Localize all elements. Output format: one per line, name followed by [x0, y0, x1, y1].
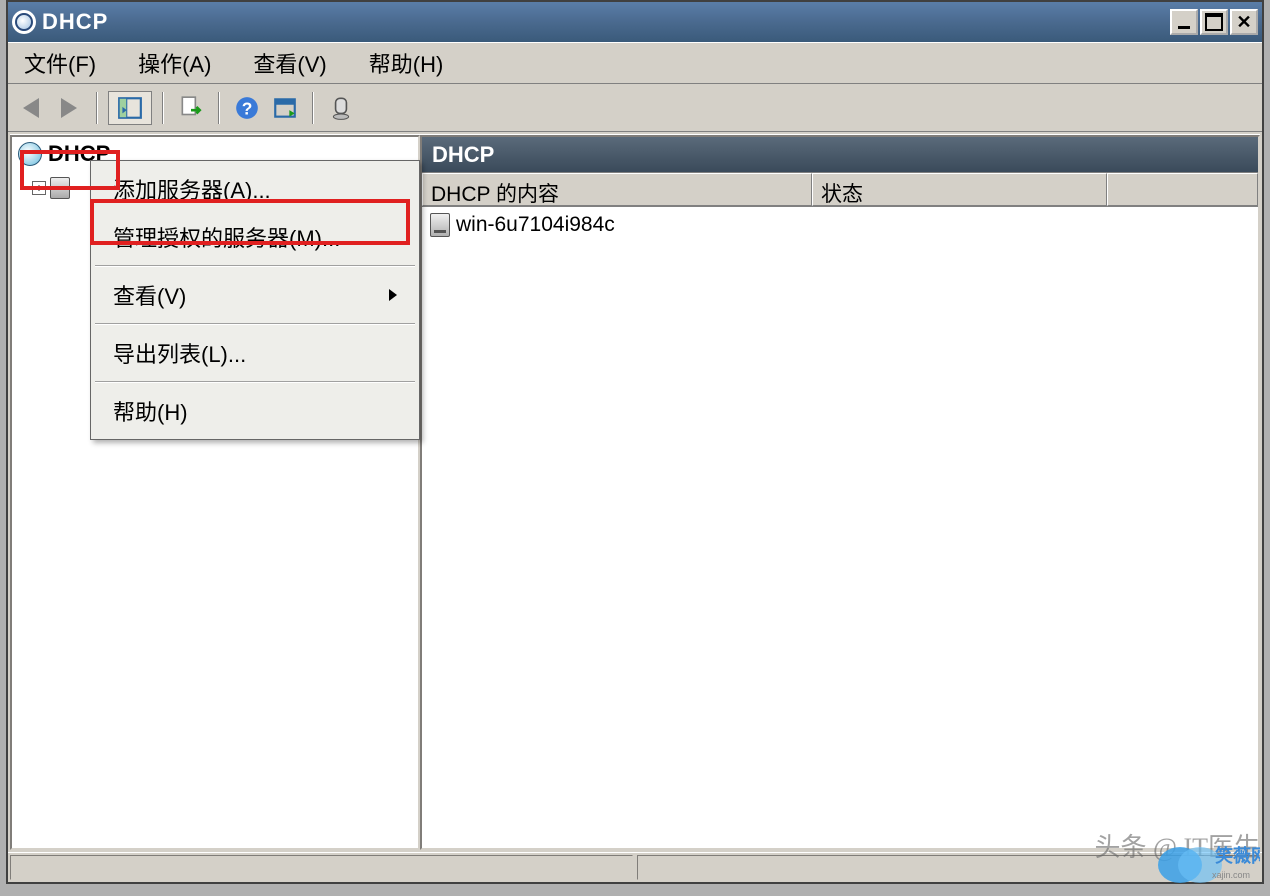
ctx-separator [95, 381, 415, 383]
ctx-view[interactable]: 查看(V) [93, 271, 417, 319]
ctx-export-list-label: 导出列表(L)... [113, 337, 246, 369]
menu-help[interactable]: 帮助(H) [363, 43, 450, 83]
svg-text:xajin.com: xajin.com [1212, 870, 1250, 880]
ctx-manage-authorized-label: 管理授权的服务器(M)... [113, 221, 340, 253]
list-body[interactable]: win-6u7104i984c [422, 207, 1258, 848]
expand-toggle[interactable]: + [32, 181, 46, 195]
list-pane: DHCP DHCP 的内容 状态 win-6u7104i984c [420, 135, 1260, 850]
menu-view[interactable]: 查看(V) [247, 43, 332, 83]
toolbar-separator [162, 92, 164, 124]
ctx-export-list[interactable]: 导出列表(L)... [93, 329, 417, 377]
arrow-left-icon [23, 98, 39, 118]
list-item-server[interactable]: win-6u7104i984c [426, 211, 1254, 239]
server-action-icon [328, 95, 354, 121]
properties-button[interactable] [268, 91, 302, 125]
ctx-view-label: 查看(V) [113, 279, 186, 311]
svg-text:?: ? [242, 98, 253, 118]
toolbar-separator [96, 92, 98, 124]
ctx-add-server-label: 添加服务器(A)... [113, 173, 271, 205]
ctx-manage-authorized[interactable]: 管理授权的服务器(M)... [93, 213, 417, 261]
arrow-right-icon [61, 98, 77, 118]
ctx-separator [95, 323, 415, 325]
statusbar [8, 852, 1262, 882]
close-button[interactable]: ✕ [1230, 9, 1258, 35]
export-icon [178, 95, 204, 121]
svg-text:笑薇网: 笑薇网 [1215, 845, 1260, 866]
dhcp-mmc-window: DHCP ✕ 文件(F) 操作(A) 查看(V) 帮助(H) [6, 0, 1264, 884]
dhcp-app-icon [12, 10, 36, 34]
column-content[interactable]: DHCP 的内容 [422, 173, 812, 206]
column-status[interactable]: 状态 [812, 173, 1107, 206]
ctx-help-label: 帮助(H) [113, 395, 188, 427]
list-pane-title: DHCP [422, 137, 1258, 173]
tree-pane-icon [117, 95, 143, 121]
dhcp-node-icon [18, 142, 42, 166]
properties-icon [272, 95, 298, 121]
ctx-add-server[interactable]: 添加服务器(A)... [93, 165, 417, 213]
server-icon [50, 177, 70, 199]
show-hide-tree-button[interactable] [108, 91, 152, 125]
menu-file[interactable]: 文件(F) [18, 43, 102, 83]
help-icon: ? [234, 95, 260, 121]
list-pane-title-text: DHCP [432, 142, 494, 168]
server-icon [430, 213, 450, 237]
tree-child-server[interactable]: + [32, 177, 70, 199]
column-headers: DHCP 的内容 状态 [422, 173, 1258, 207]
menu-action[interactable]: 操作(A) [132, 43, 217, 83]
server-name: win-6u7104i984c [456, 213, 615, 237]
ctx-help[interactable]: 帮助(H) [93, 387, 417, 435]
submenu-arrow-icon [389, 289, 397, 301]
minimize-button[interactable] [1170, 9, 1198, 35]
window-title: DHCP [42, 9, 1164, 35]
maximize-button[interactable] [1200, 9, 1228, 35]
ctx-separator [95, 265, 415, 267]
authorize-button[interactable] [324, 91, 358, 125]
help-button[interactable]: ? [230, 91, 264, 125]
toolbar: ? [8, 84, 1262, 132]
menubar: 文件(F) 操作(A) 查看(V) 帮助(H) [8, 42, 1262, 84]
titlebar: DHCP ✕ [8, 2, 1262, 42]
toolbar-separator [218, 92, 220, 124]
watermark-logo: 笑薇网 xajin.com [1150, 840, 1260, 896]
toolbar-separator [312, 92, 314, 124]
forward-button[interactable] [52, 91, 86, 125]
export-button[interactable] [174, 91, 208, 125]
column-spacer [1107, 173, 1258, 206]
back-button[interactable] [14, 91, 48, 125]
status-cell-1 [10, 855, 633, 880]
context-menu: 添加服务器(A)... 管理授权的服务器(M)... 查看(V) 导出列表(L)… [90, 160, 420, 440]
window-controls: ✕ [1170, 9, 1258, 35]
